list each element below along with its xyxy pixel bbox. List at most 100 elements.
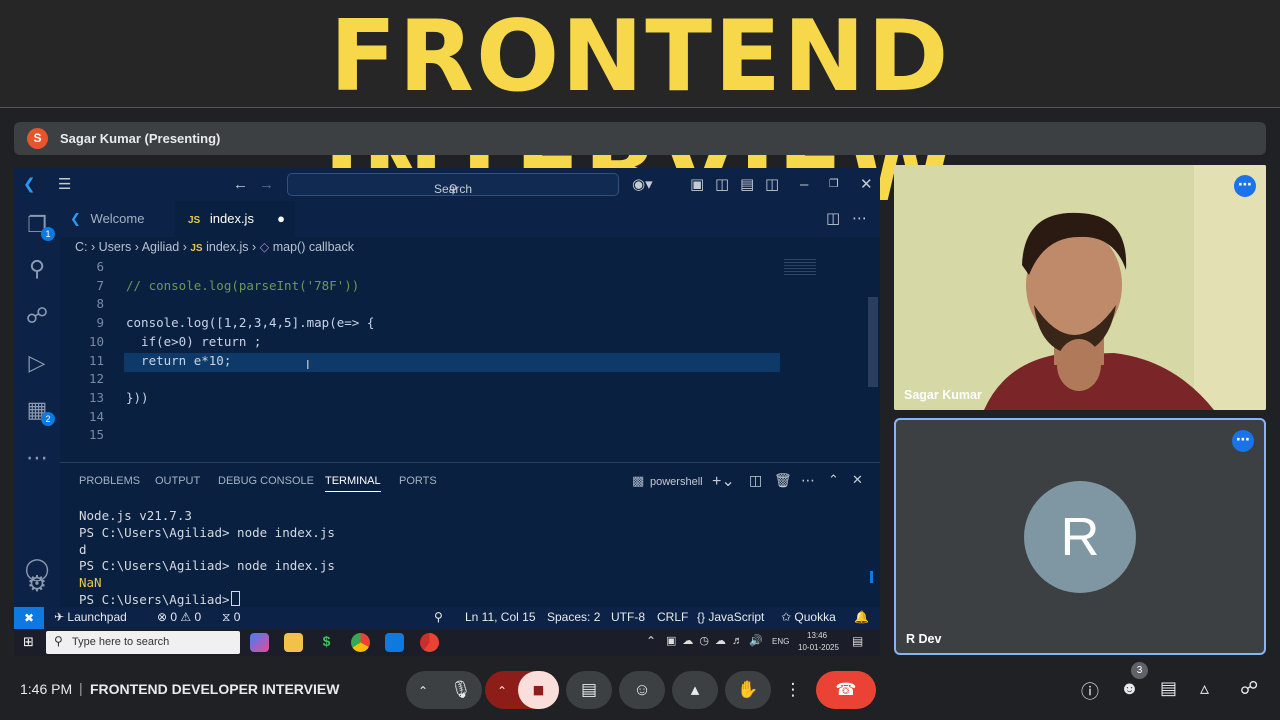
vscode-taskbar-icon[interactable] bbox=[385, 633, 404, 652]
cursor-position[interactable]: Ln 11, Col 15 bbox=[465, 610, 536, 624]
crumb-root[interactable]: C: bbox=[75, 240, 88, 254]
encoding[interactable]: UTF-8 bbox=[611, 610, 645, 624]
remote-icon[interactable]: ✖ bbox=[14, 607, 44, 629]
chat-icon[interactable]: ▤ bbox=[1160, 678, 1177, 699]
crumb-symbol[interactable]: map() callback bbox=[273, 240, 354, 254]
mic-button[interactable]: ⌃ 🎙 bbox=[406, 671, 482, 709]
notifications-bell-icon[interactable]: 🔔 bbox=[854, 610, 869, 624]
code-line[interactable]: console.log([1,2,3,4,5].map(e=> { bbox=[126, 315, 374, 330]
reactions-button[interactable]: ☺ bbox=[619, 671, 665, 709]
toggle-panel-icon[interactable]: ▤ bbox=[740, 168, 754, 201]
copilot-icon[interactable]: ◉▾ bbox=[632, 168, 653, 201]
minimize-icon[interactable]: – bbox=[800, 168, 808, 201]
panel-tab-output[interactable]: OUTPUT bbox=[155, 475, 200, 487]
copilot-app-icon[interactable] bbox=[250, 633, 269, 652]
presenter-name: Sagar Kumar (Presenting) bbox=[60, 131, 221, 146]
toggle-sidebar-icon[interactable]: ◫ bbox=[715, 168, 729, 201]
file-explorer-icon[interactable] bbox=[284, 633, 303, 652]
panel-tab-terminal[interactable]: TERMINAL bbox=[325, 475, 381, 492]
maximize-panel-icon[interactable]: ⌃ bbox=[828, 472, 839, 488]
back-arrow-icon[interactable]: ← bbox=[233, 168, 248, 201]
line-endings[interactable]: CRLF bbox=[657, 610, 688, 624]
manage-gear-icon[interactable]: ⚙ bbox=[23, 570, 51, 598]
participant-tile-video[interactable]: ⋯ Sagar Kumar bbox=[894, 165, 1266, 410]
tab-index-js[interactable]: JS index.js ● bbox=[175, 201, 295, 237]
crumb-user[interactable]: Agiliad bbox=[142, 240, 180, 254]
participant-options-icon[interactable]: ⋯ bbox=[1232, 430, 1254, 452]
panel-tab-debug-console[interactable]: DEBUG CONSOLE bbox=[218, 475, 314, 487]
windows-start-icon[interactable]: ⊞ bbox=[23, 634, 34, 650]
extensions-icon[interactable]: ▦ 2 bbox=[23, 396, 55, 426]
crumb-file[interactable]: index.js bbox=[206, 240, 248, 254]
source-control-icon[interactable]: ☍ bbox=[23, 302, 51, 330]
terminal-cursor bbox=[231, 591, 240, 606]
language-mode[interactable]: {} JavaScript bbox=[697, 610, 764, 624]
menu-icon[interactable]: ☰ bbox=[58, 168, 71, 201]
crumb-users[interactable]: Users bbox=[99, 240, 132, 254]
leave-call-button[interactable]: ☎ bbox=[816, 671, 876, 709]
problems-item[interactable]: ⊗ 0 ⚠ 0 bbox=[157, 610, 201, 624]
status-bar: ✖ ✈ Launchpad ⊗ 0 ⚠ 0 ⧖ 0 ⚲ Ln 11, Col 1… bbox=[14, 607, 880, 629]
panel-tab-problems[interactable]: PROBLEMS bbox=[79, 475, 140, 487]
panel-more-icon[interactable]: ⋯ bbox=[801, 472, 815, 489]
captions-button[interactable]: ▤ bbox=[566, 671, 612, 709]
toggle-secondary-icon[interactable]: ◫ bbox=[765, 168, 779, 201]
raise-hand-button[interactable]: ✋ bbox=[725, 671, 771, 709]
line-number: 13 bbox=[88, 389, 104, 405]
unsaved-dot-icon[interactable]: ● bbox=[277, 201, 285, 237]
tray-chevron-icon[interactable]: ⌃ bbox=[646, 634, 656, 648]
explorer-icon[interactable]: ❐ 1 bbox=[23, 211, 55, 241]
zoom-icon[interactable]: ⚲ bbox=[434, 610, 443, 624]
taskbar-search[interactable]: ⚲ Type here to search bbox=[46, 631, 240, 654]
taskbar-time[interactable]: 13:46 bbox=[807, 631, 827, 640]
people-icon[interactable]: ☻ bbox=[1120, 678, 1139, 699]
quokka-item[interactable]: ✩ Quokka bbox=[781, 610, 836, 624]
code-line[interactable]: if(e>0) return ; bbox=[126, 334, 261, 349]
chrome-profile-icon[interactable] bbox=[420, 633, 439, 652]
chevron-up-icon: ⌃ bbox=[497, 684, 508, 698]
code-editor[interactable]: 6 7 // console.log(parseInt('78F')) 8 9 conso… bbox=[60, 257, 880, 462]
participant-tile-avatar[interactable]: ⋯ R R Dev bbox=[894, 418, 1266, 655]
host-controls-icon[interactable]: ☍ bbox=[1240, 678, 1258, 699]
present-button[interactable]: ▴ bbox=[672, 671, 718, 709]
code-line[interactable]: // console.log(parseInt('78F')) bbox=[126, 278, 359, 293]
participant-options-icon[interactable]: ⋯ bbox=[1234, 175, 1256, 197]
language-indicator[interactable]: ENG bbox=[772, 637, 789, 646]
tray-icons[interactable]: ▣☁◷☁♬🔊 bbox=[666, 634, 769, 647]
launchpad-item[interactable]: ✈ Launchpad bbox=[54, 610, 127, 624]
new-terminal-icon[interactable]: +⌄ bbox=[712, 471, 735, 491]
activities-icon[interactable]: ▵ bbox=[1200, 678, 1209, 699]
close-panel-icon[interactable]: ✕ bbox=[852, 472, 863, 488]
chrome-icon[interactable] bbox=[351, 633, 370, 652]
tab-welcome[interactable]: ❮ Welcome bbox=[60, 201, 175, 237]
command-search[interactable]: ⚲ Search bbox=[287, 173, 619, 196]
close-icon[interactable]: ✕ bbox=[860, 168, 873, 201]
more-options-button[interactable]: ⋮ bbox=[778, 671, 808, 709]
minimap[interactable] bbox=[784, 259, 816, 277]
welcome-icon: ❮ bbox=[70, 211, 81, 226]
code-line[interactable]: })) bbox=[126, 390, 149, 405]
forward-arrow-icon[interactable]: → bbox=[259, 168, 274, 201]
more-icon[interactable]: ⋯ bbox=[23, 444, 51, 472]
editor-tabs: ❮ Welcome JS index.js ● ◫ ⋯ bbox=[60, 201, 880, 237]
money-app-icon[interactable]: $ bbox=[317, 633, 336, 652]
shell-label[interactable]: powershell bbox=[650, 476, 703, 488]
trash-icon[interactable]: 🗑 bbox=[774, 472, 792, 489]
editor-more-icon[interactable]: ⋯ bbox=[852, 201, 867, 237]
indentation[interactable]: Spaces: 2 bbox=[547, 610, 600, 624]
restore-icon[interactable]: ❐ bbox=[829, 168, 839, 201]
taskbar-date[interactable]: 10-01-2025 bbox=[798, 643, 839, 652]
editor-scrollbar[interactable] bbox=[868, 297, 878, 387]
meeting-info-icon[interactable]: ⓘ bbox=[1081, 678, 1099, 704]
code-line[interactable]: return e*10; bbox=[126, 353, 231, 368]
terminal-scrollbar[interactable] bbox=[870, 571, 873, 583]
camera-button[interactable]: ⌃ ◾ bbox=[485, 671, 559, 709]
ports-item[interactable]: ⧖ 0 bbox=[222, 610, 240, 625]
search-sidebar-icon[interactable]: ⚲ bbox=[23, 255, 51, 283]
panel-tab-ports[interactable]: PORTS bbox=[399, 475, 437, 487]
layout-icon[interactable]: ▣ bbox=[690, 168, 704, 201]
split-terminal-icon[interactable]: ◫ bbox=[749, 472, 762, 489]
run-debug-icon[interactable]: ▷ bbox=[23, 349, 51, 377]
split-editor-icon[interactable]: ◫ bbox=[826, 201, 840, 237]
notification-center-icon[interactable]: ▤ bbox=[852, 634, 863, 648]
